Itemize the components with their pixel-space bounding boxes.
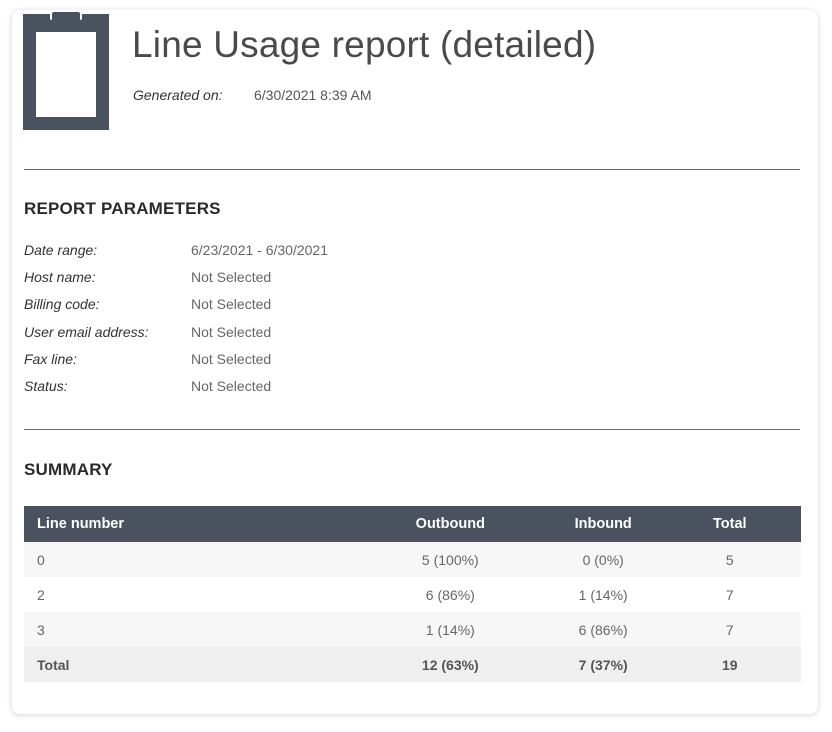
summary-table: Line number Outbound Inbound Total 0 5 (… [24,506,801,682]
clipboard-icon [23,10,109,130]
table-header-row: Line number Outbound Inbound Total [24,506,801,542]
cell-line: 2 [37,586,45,603]
total-label: Total [37,656,70,673]
cell-line: 0 [37,551,45,568]
column-header-outbound[interactable]: Outbound [353,506,548,542]
cell-total: 5 [725,551,734,568]
table-row: 2 6 (86%) 1 (14%) 7 [24,577,801,612]
param-label: Status: [24,377,68,394]
cell-inbound: 6 (86%) [578,621,628,638]
param-value: Not Selected [191,296,272,313]
report-card: Line Usage report (detailed) Generated o… [12,10,818,714]
divider [24,429,800,430]
total-outbound: 12 (63%) [421,656,479,673]
summary-heading: SUMMARY [24,460,113,479]
cell-outbound: 1 (14%) [425,621,475,638]
cell-outbound: 6 (86%) [425,586,475,603]
param-label: Fax line: [24,350,77,367]
cell-inbound: 1 (14%) [578,586,628,603]
param-value: Not Selected [191,377,272,394]
parameters-heading: REPORT PARAMETERS [24,199,221,218]
divider [24,169,800,170]
generated-value: 6/30/2021 8:39 AM [254,87,372,103]
column-header-total[interactable]: Total [659,506,801,542]
param-row-host-name: Host name: Not Selected [24,269,524,296]
generated-label: Generated on: [133,87,223,103]
param-row-date-range: Date range: 6/23/2021 - 6/30/2021 [24,242,524,269]
param-value: 6/23/2021 - 6/30/2021 [191,242,329,258]
param-row-user-email: User email address: Not Selected [24,324,524,351]
param-label: User email address: [24,323,149,340]
table-row: 3 1 (14%) 6 (86%) 7 [24,612,801,647]
report-title: Line Usage report (detailed) [132,24,597,65]
cell-outbound: 5 (100%) [421,551,479,568]
column-header-line-number[interactable]: Line number [24,506,353,542]
cell-inbound: 0 (0%) [582,551,624,568]
cell-total: 7 [725,586,734,603]
param-label: Date range: [24,242,98,258]
total-total: 19 [721,656,738,673]
table-row: 0 5 (100%) 0 (0%) 5 [24,542,801,577]
generated-on: Generated on: 6/30/2021 8:39 AM [133,87,372,103]
param-label: Billing code: [24,296,100,313]
parameters-list: Date range: 6/23/2021 - 6/30/2021 Host na… [24,242,524,405]
param-value: Not Selected [191,350,272,367]
param-label: Host name: [24,269,96,286]
cell-total: 7 [725,621,734,638]
table-total-row: Total 12 (63%) 7 (37%) 19 [24,647,801,682]
param-row-billing-code: Billing code: Not Selected [24,296,524,323]
param-value: Not Selected [191,269,272,286]
param-value: Not Selected [191,323,272,340]
column-header-inbound[interactable]: Inbound [548,506,659,542]
cell-line: 3 [37,621,45,638]
param-row-fax-line: Fax line: Not Selected [24,351,524,378]
param-row-status: Status: Not Selected [24,378,524,405]
total-inbound: 7 (37%) [578,656,628,673]
